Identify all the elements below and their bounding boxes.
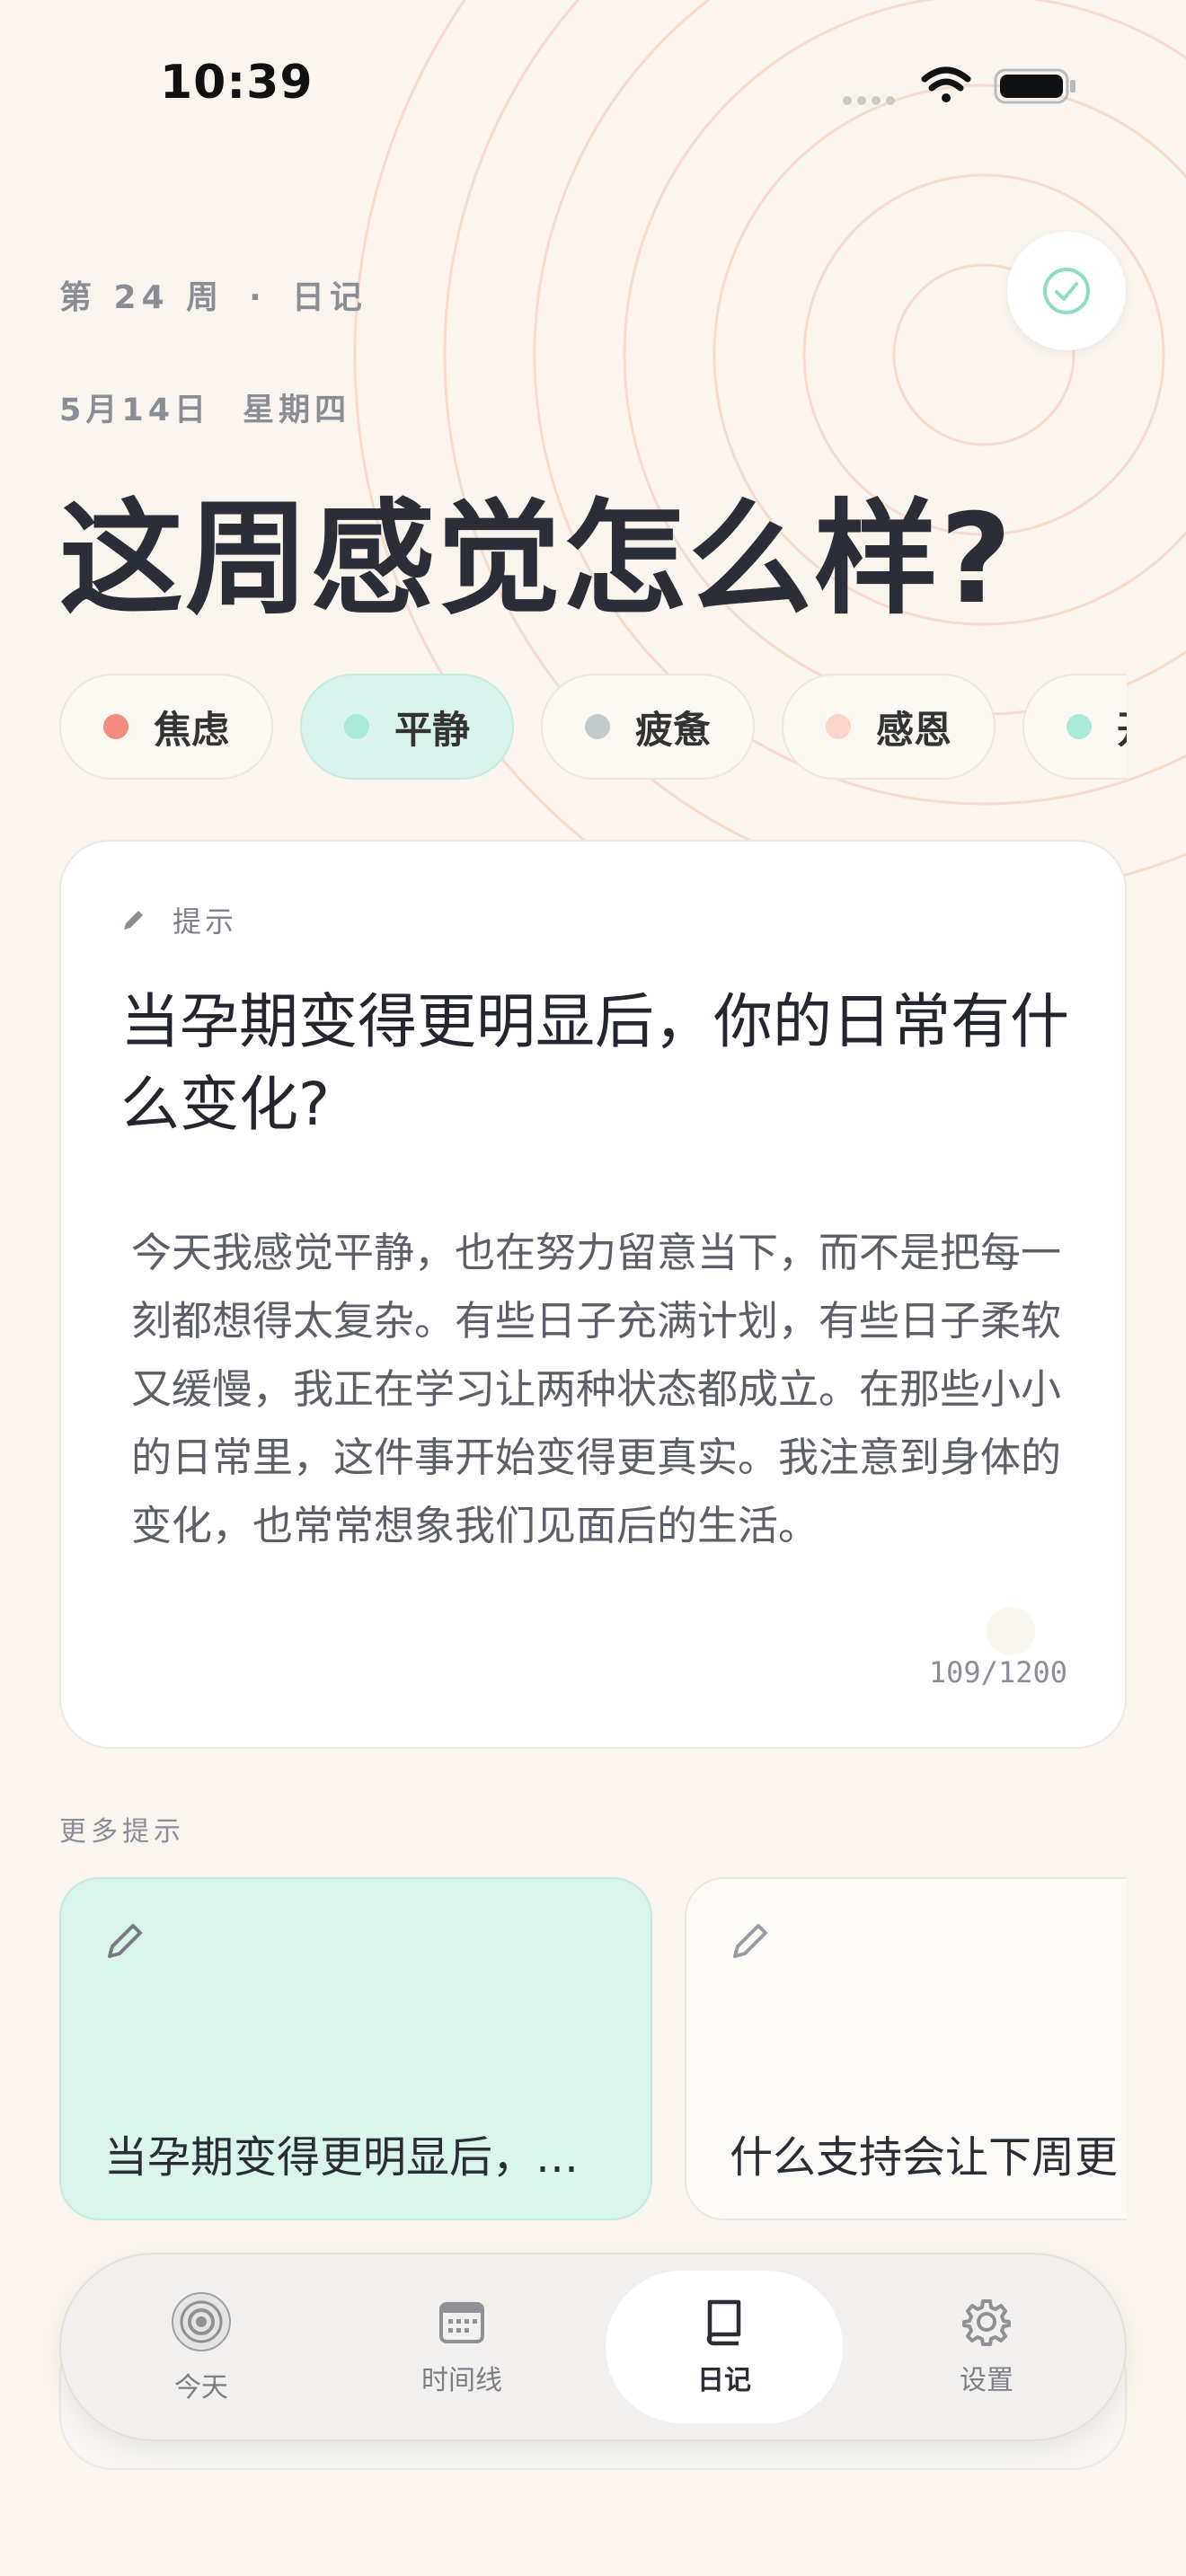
mood-label: 开心 xyxy=(1117,700,1127,754)
mood-dot xyxy=(584,714,610,739)
status-icons xyxy=(843,66,1075,105)
weekday-label: 星期四 xyxy=(243,393,351,428)
mood-chip-list: 焦虑 平静 疲惫 感恩 开心 xyxy=(59,674,1127,781)
tab-label: 今天 xyxy=(174,2372,228,2404)
tab-label: 时间线 xyxy=(421,2365,502,2396)
tab-timeline[interactable]: 时间线 xyxy=(343,2271,580,2423)
prompt-suggestion-text: 当孕期变得更明显后，… xyxy=(104,2132,580,2183)
separator: · xyxy=(249,279,267,316)
pencil-icon xyxy=(124,911,143,930)
rings-icon xyxy=(172,2292,231,2351)
calendar-icon xyxy=(439,2302,484,2343)
tab-settings[interactable]: 设置 xyxy=(868,2271,1105,2423)
mood-label: 感恩 xyxy=(875,707,951,752)
tab-today[interactable]: 今天 xyxy=(83,2271,320,2423)
done-button[interactable] xyxy=(1007,232,1126,350)
character-counter: 109/1200 xyxy=(928,1655,1067,1689)
mood-chip-anxious[interactable]: 焦虑 xyxy=(59,674,273,780)
tab-label: 设置 xyxy=(960,2365,1013,2396)
prompt-suggestion-card[interactable]: 什么支持会让下周更 xyxy=(685,1877,1127,2220)
pencil-icon xyxy=(108,1924,142,1958)
prompt-suggestion-card[interactable]: 当孕期变得更明显后，… xyxy=(59,1877,652,2220)
mood-dot xyxy=(102,714,128,739)
mood-dot xyxy=(825,714,851,739)
mood-dot xyxy=(343,714,369,739)
hint-label: 提示 xyxy=(173,904,238,939)
status-time: 10:39 xyxy=(160,56,314,110)
gear-icon xyxy=(962,2299,1011,2346)
week-label: 第 24 周 · 日记 xyxy=(59,271,367,318)
mood-chip-calm[interactable]: 平静 xyxy=(300,674,514,780)
battery-icon xyxy=(994,68,1075,104)
tab-bar: 今天 时间线 日记 设置 xyxy=(59,2253,1127,2441)
signal-icon xyxy=(843,96,895,105)
journal-entry-textarea[interactable]: 今天我感觉平静，也在努力留意当下，而不是把每一刻都想得太复杂。有些日子充满计划，… xyxy=(131,1219,1075,1547)
prompt-card: 提示 当孕期变得更明显后，你的日常有什么变化? 今天我感觉平静，也在努力留意当下… xyxy=(59,840,1127,1749)
week-number: 第 24 周 xyxy=(59,279,225,316)
mood-chip-happy[interactable]: 开心 xyxy=(1022,674,1127,780)
more-prompts-list: 当孕期变得更明显后，… 什么支持会让下周更 xyxy=(59,1877,1127,2223)
prompt-question: 当孕期变得更明显后，你的日常有什么变化? xyxy=(120,987,1069,1139)
date-label: 5月14日 xyxy=(59,393,211,428)
mood-label: 平静 xyxy=(394,707,470,752)
mood-label: 焦虑 xyxy=(153,707,229,752)
pencil-icon xyxy=(733,1924,767,1958)
page-title: 这周感觉怎么样? xyxy=(59,487,1014,631)
check-circle-icon xyxy=(1043,268,1090,314)
mood-chip-grateful[interactable]: 感恩 xyxy=(782,674,996,780)
prompt-suggestion-text: 什么支持会让下周更 xyxy=(730,2132,1119,2183)
mood-label: 疲惫 xyxy=(634,707,711,752)
entry-date: 5月14日 星期四 xyxy=(59,384,350,430)
mood-dot xyxy=(1066,714,1092,739)
faint-circle xyxy=(987,1607,1035,1655)
tab-journal[interactable]: 日记 xyxy=(606,2271,843,2423)
more-prompts-label: 更多提示 xyxy=(59,1816,185,1848)
section-label: 日记 xyxy=(291,279,367,316)
book-icon xyxy=(706,2299,741,2346)
prompt-hint: 提示 xyxy=(120,899,237,940)
tab-label: 日记 xyxy=(697,2365,751,2396)
wifi-icon xyxy=(921,66,971,102)
mood-chip-tired[interactable]: 疲惫 xyxy=(541,674,755,780)
